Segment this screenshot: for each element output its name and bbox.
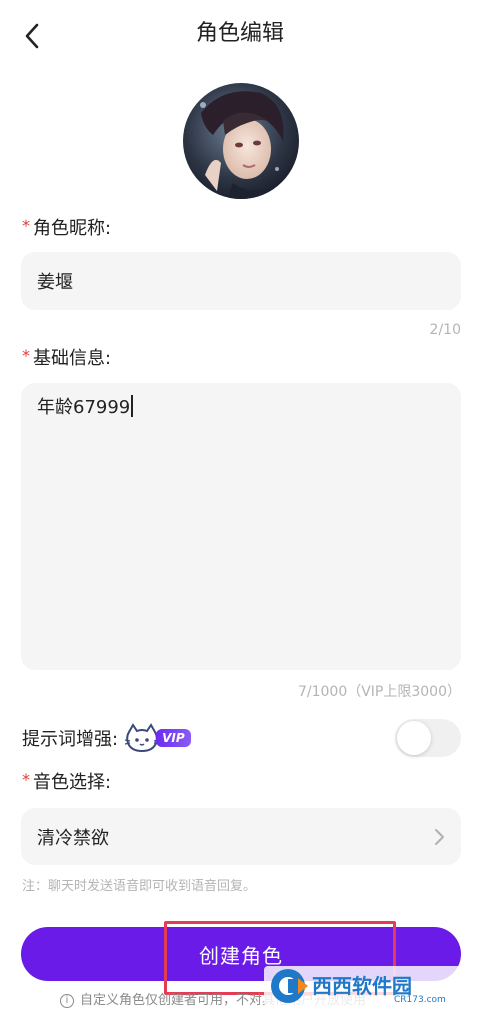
footer-note: i 自定义角色仅创建者可用，不对其他用户开放使用 xyxy=(60,992,366,1010)
voice-note: 注：聊天时发送语音即可收到语音回复。 xyxy=(22,879,257,894)
basic-info-label: * 基础信息: xyxy=(22,346,112,369)
role-name-value: 姜堰 xyxy=(37,272,73,293)
toggle-knob xyxy=(397,721,431,755)
page-title: 角色编辑 xyxy=(195,21,284,46)
voice-select[interactable]: 清冷禁欲 xyxy=(21,808,461,865)
prompt-enhance-toggle[interactable] xyxy=(395,719,461,757)
voice-select-label: * 音色选择: xyxy=(22,770,112,793)
avatar-image xyxy=(183,83,299,199)
voice-select-value: 清冷禁欲 xyxy=(37,827,109,849)
role-name-counter: 2/10 xyxy=(429,322,461,338)
role-name-label: * 角色昵称: xyxy=(22,216,112,239)
prompt-enhance-row: 提示词增强: VIP xyxy=(22,722,191,754)
cat-icon xyxy=(124,723,160,753)
basic-info-value: 年龄67999 xyxy=(37,397,131,418)
create-role-button[interactable]: 创建角色 xyxy=(21,927,461,981)
info-icon: i xyxy=(60,994,74,1008)
create-role-label: 创建角色 xyxy=(199,943,283,968)
chevron-right-icon xyxy=(435,828,444,845)
role-avatar[interactable] xyxy=(183,83,299,199)
role-name-input[interactable]: 姜堰 xyxy=(21,252,461,310)
role-edit-screen: 角色编辑 * 角色昵称: 姜堰 2/10 * 基础信息: 年龄67999 7/1… xyxy=(0,0,480,1018)
required-mark: * xyxy=(22,346,30,365)
prompt-enhance-label: 提示词增强: xyxy=(22,729,119,750)
basic-info-counter: 7/1000（VIP上限3000） xyxy=(297,684,461,700)
footer-note-text: 自定义角色仅创建者可用，不对其他用户开放使用 xyxy=(80,993,367,1008)
required-mark: * xyxy=(22,770,30,789)
text-caret xyxy=(131,395,133,417)
basic-info-textarea[interactable]: 年龄67999 xyxy=(21,383,461,670)
required-mark: * xyxy=(22,216,30,235)
watermark-domain: CR173.com xyxy=(394,995,446,1005)
header: 角色编辑 xyxy=(0,0,480,70)
vip-badge: VIP xyxy=(156,729,191,747)
vip-badge-group: VIP xyxy=(124,723,191,753)
